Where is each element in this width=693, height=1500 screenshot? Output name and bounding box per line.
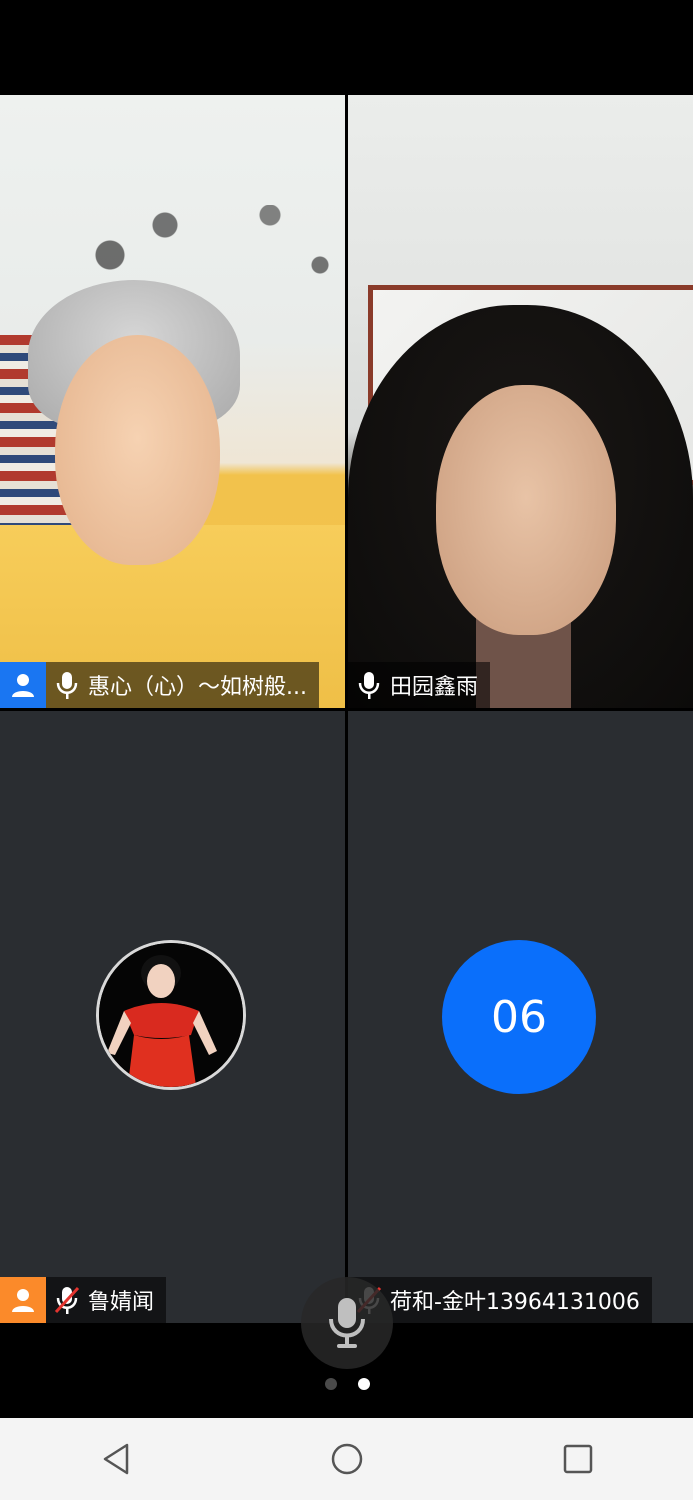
participant-video-1 — [0, 95, 345, 708]
participant-avatar — [96, 940, 246, 1090]
page-dot-2[interactable] — [358, 1378, 370, 1390]
name-bar-2: 田园鑫雨 — [348, 662, 491, 708]
name-bar-3: 鲁婧闻 — [0, 1277, 167, 1323]
recents-square-icon — [563, 1444, 592, 1474]
user-tag-icon — [0, 1277, 46, 1323]
home-circle-icon — [331, 1443, 362, 1475]
participant-tile-1[interactable]: 惠心（心）～如树般... — [0, 95, 345, 708]
page-indicator[interactable] — [325, 1377, 370, 1391]
participant-name: 荷和-金叶13964131006 — [390, 1290, 640, 1315]
mic-icon — [46, 662, 88, 708]
meeting-screen: 惠心（心）～如树般... 田园鑫雨 鲁婧闻 06 荷和-金叶1396413100… — [0, 0, 693, 1500]
name-bar-4: 荷和-金叶13964131006 — [348, 1277, 652, 1323]
participant-name: 惠心（心）～如树般... — [88, 675, 307, 700]
mic-icon — [348, 662, 390, 708]
recents-button[interactable] — [548, 1429, 608, 1489]
participant-face — [436, 385, 616, 635]
system-navigation-bar — [0, 1418, 693, 1500]
participant-face — [55, 335, 220, 565]
home-button[interactable] — [317, 1429, 377, 1489]
user-tag-icon — [0, 662, 46, 708]
mic-muted-icon — [46, 1277, 88, 1323]
mic-icon — [329, 1298, 365, 1348]
participant-number-avatar: 06 — [442, 940, 596, 1094]
name-bar-1: 惠心（心）～如树般... — [0, 662, 319, 708]
back-triangle-icon — [103, 1443, 128, 1475]
participant-tile-3[interactable]: 鲁婧闻 — [0, 711, 345, 1323]
participant-video-2 — [348, 95, 693, 708]
page-dot-1[interactable] — [325, 1378, 337, 1390]
back-button[interactable] — [86, 1429, 146, 1489]
participant-tile-4[interactable]: 06 荷和-金叶13964131006 — [348, 711, 693, 1323]
participant-name: 鲁婧闻 — [88, 1290, 155, 1315]
floating-mic-button[interactable] — [301, 1277, 393, 1369]
participant-name: 田园鑫雨 — [390, 675, 479, 700]
participant-tile-2[interactable]: 田园鑫雨 — [348, 95, 693, 708]
